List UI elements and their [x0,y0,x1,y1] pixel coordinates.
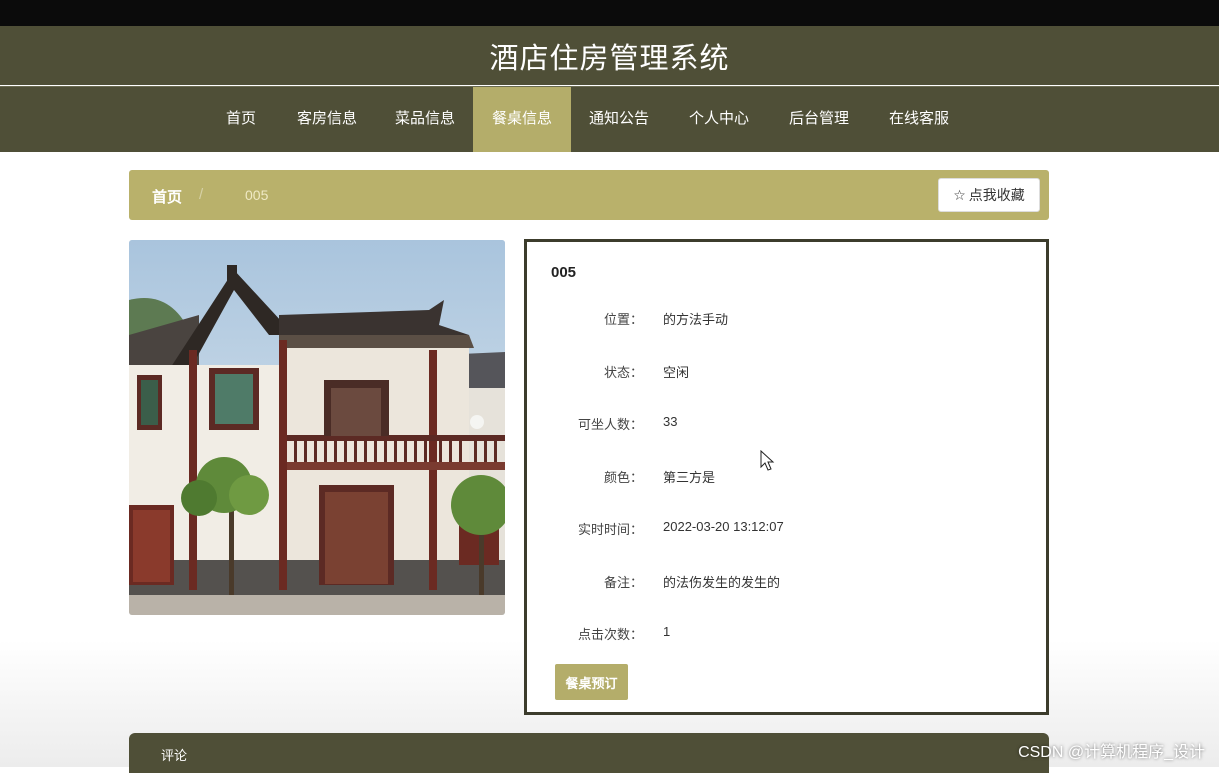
favorite-button[interactable]: ☆ 点我收藏 [938,178,1040,212]
breadcrumb-home-link[interactable]: 首页 [152,186,182,207]
main-nav: 首页 客房信息 菜品信息 餐桌信息 通知公告 个人中心 后台管理 在线客服 [0,86,1219,152]
field-value: 第三方是 [663,470,716,485]
detail-row-capacity: 可坐人数： 33 [527,414,1027,434]
comments-heading: 评论 [161,748,188,763]
field-label: 颜色： [603,470,643,485]
site-header: 酒店住房管理系统 [0,26,1219,85]
detail-row-time: 实时时间： 2022-03-20 13:12:07 [527,519,1027,539]
detail-row-color: 颜色： 第三方是 [527,467,1027,487]
nav-item-admin[interactable]: 后台管理 [774,87,864,152]
field-label: 位置： [603,312,643,327]
watermark: CSDN @计算机程序_设计 [1018,744,1205,761]
building-image [129,240,505,615]
breadcrumb: 首页 / 005 ☆ 点我收藏 [129,170,1049,220]
book-table-button[interactable]: 餐桌预订 [555,664,628,700]
top-black-bar [0,0,1219,26]
field-label: 点击次数： [577,627,643,642]
nav-item-notices[interactable]: 通知公告 [574,87,664,152]
nav-item-online-service[interactable]: 在线客服 [874,87,964,152]
favorite-button-label: 点我收藏 [968,187,1025,203]
field-label: 实时时间： [577,522,643,537]
star-outline-icon: ☆ [953,186,966,203]
detail-row-status: 状态： 空闲 [527,362,1027,382]
detail-row-location: 位置： 的方法手动 [527,309,1027,329]
field-value: 空闲 [663,365,690,380]
field-value: 1 [663,624,671,639]
table-photo [129,240,505,615]
field-label: 可坐人数： [577,417,643,432]
detail-row-clicks: 点击次数： 1 [527,624,1027,644]
breadcrumb-current: 005 [245,187,269,203]
field-value: 2022-03-20 13:12:07 [663,519,784,534]
field-value: 的法伤发生的发生的 [663,575,781,590]
field-value: 的方法手动 [663,312,729,327]
field-label: 备注： [603,575,643,590]
detail-title: 005 [551,264,577,281]
breadcrumb-separator: / [199,186,204,203]
site-title: 酒店住房管理系统 [489,42,730,75]
comments-section: 评论 [129,733,1049,773]
nav-item-home[interactable]: 首页 [210,87,272,152]
field-label: 状态： [603,365,643,380]
nav-item-tables[interactable]: 餐桌信息 [473,87,571,152]
field-value: 33 [663,414,678,429]
nav-item-personal-center[interactable]: 个人中心 [674,87,764,152]
detail-row-remark: 备注： 的法伤发生的发生的 [527,572,1027,592]
table-detail-panel: 005 位置： 的方法手动 状态： 空闲 可坐人数： 33 颜色： 第三方是 实… [524,239,1049,715]
nav-item-rooms[interactable]: 客房信息 [282,87,372,152]
nav-item-dishes[interactable]: 菜品信息 [380,87,470,152]
mouse-cursor-icon [760,450,775,471]
